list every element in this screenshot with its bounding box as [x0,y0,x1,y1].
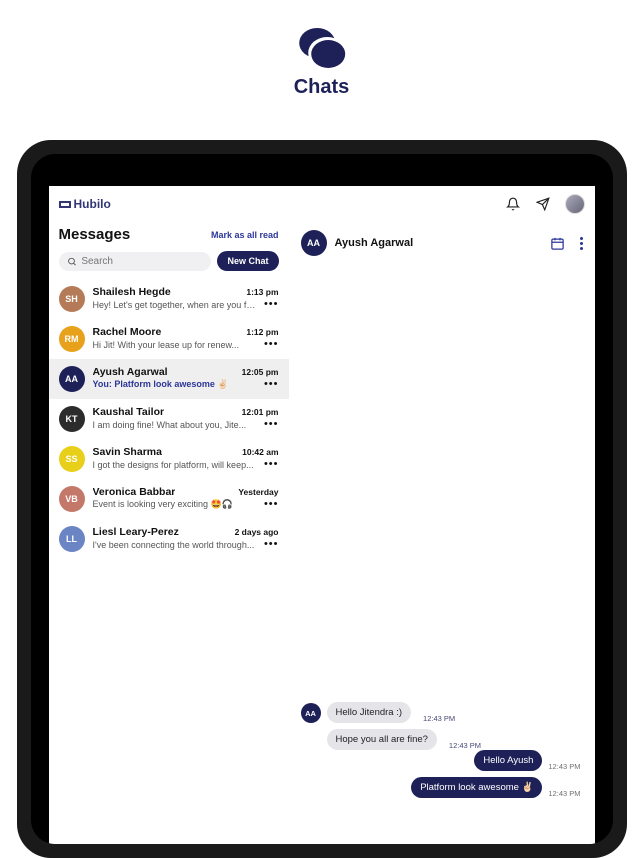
contact-name: Savin Sharma [93,446,162,458]
mark-all-read-button[interactable]: Mark as all read [211,230,279,240]
message-time: 12:43 PM [548,789,580,798]
conversation-preview: You: Platform look awesome ✌🏻 [93,379,229,390]
logo-mark-icon [59,201,71,208]
conversation-more-icon[interactable]: ••• [264,499,279,510]
contact-name: Shailesh Hegde [93,286,171,298]
message-received: Hello Jitendra :) [327,702,412,723]
search-box[interactable] [59,252,212,271]
conversation-preview: I got the designs for platform, will kee… [93,460,254,470]
chat-bubbles-icon [295,28,347,72]
message-sent: Platform look awesome ✌🏻 [411,777,542,798]
conversation-more-icon[interactable]: ••• [264,299,279,310]
chat-contact-name: Ayush Agarwal [335,237,414,249]
conversation-preview: I am doing fine! What about you, Jite... [93,420,247,430]
conversation-item[interactable]: SH Shailesh Hegde 1:13 pm Hey! Let's get … [49,279,289,319]
chat-body: AA Hello Jitendra :) 12:43 PM Hope you a… [289,264,595,844]
new-chat-button[interactable]: New Chat [217,251,278,271]
conversation-preview: Event is looking very exciting 🤩🎧 [93,499,233,510]
conversation-preview: Hey! Let's get together, when are you fr… [93,300,258,310]
contact-avatar: SH [59,286,85,312]
message-time: 12:43 PM [548,762,580,771]
conversation-preview: I've been connecting the world through..… [93,540,255,550]
conversation-time: 1:13 pm [246,287,278,297]
conversation-more-icon[interactable]: ••• [264,539,279,550]
conversation-item[interactable]: RM Rachel Moore 1:12 pm Hi Jit! With your… [49,319,289,359]
bell-icon[interactable] [505,196,521,212]
conversation-item[interactable]: VB Veronica Babbar Yesterday Event is loo… [49,479,289,519]
calendar-icon[interactable] [550,235,566,251]
tablet-frame: Hubilo Messages Mark as all read [17,140,627,858]
more-options-icon[interactable] [580,237,583,250]
messages-panel: Messages Mark as all read New Chat SH Sh… [49,220,289,844]
conversation-item[interactable]: KT Kaushal Tailor 12:01 pm I am doing fin… [49,399,289,439]
conversation-time: 10:42 am [242,447,278,457]
contact-avatar: LL [59,526,85,552]
messages-title: Messages [59,226,131,243]
brand-title: Chats [294,76,350,99]
contact-name: Ayush Agarwal [93,366,168,378]
app-logo[interactable]: Hubilo [59,197,111,211]
message-sent: Hello Ayush [474,750,542,771]
app-screen: Hubilo Messages Mark as all read [49,186,595,844]
top-bar: Hubilo [49,186,595,220]
profile-avatar[interactable] [565,194,585,214]
conversation-time: Yesterday [238,487,278,497]
conversation-time: 1:12 pm [246,327,278,337]
chat-contact-avatar[interactable]: AA [301,230,327,256]
contact-avatar: VB [59,486,85,512]
search-icon [67,256,77,267]
conversation-time: 12:05 pm [242,367,279,377]
conversation-item[interactable]: AA Ayush Agarwal 12:05 pm You: Platform l… [49,359,289,399]
message-time: 12:43 PM [449,741,481,750]
contact-name: Rachel Moore [93,326,162,338]
conversation-more-icon[interactable]: ••• [264,419,279,430]
conversation-more-icon[interactable]: ••• [264,339,279,350]
conversation-list: SH Shailesh Hegde 1:13 pm Hey! Let's get … [49,279,289,844]
chat-panel: AA Ayush Agarwal AA Hello Jitendra :) [289,220,595,844]
search-input[interactable] [81,256,203,267]
msg-avatar: AA [301,703,321,723]
conversation-time: 2 days ago [235,527,279,537]
send-icon[interactable] [535,196,551,212]
conversation-item[interactable]: SS Savin Sharma 10:42 am I got the design… [49,439,289,479]
contact-avatar: AA [59,366,85,392]
app-brand: Chats [294,28,350,99]
contact-avatar: SS [59,446,85,472]
contact-name: Veronica Babbar [93,486,176,498]
message-time: 12:43 PM [423,714,455,723]
contact-name: Kaushal Tailor [93,406,165,418]
logo-text: Hubilo [74,197,111,211]
contact-avatar: KT [59,406,85,432]
conversation-more-icon[interactable]: ••• [264,459,279,470]
conversation-time: 12:01 pm [242,407,279,417]
message-received: Hope you all are fine? [327,729,437,750]
conversation-item[interactable]: LL Liesl Leary-Perez 2 days ago I've been… [49,519,289,559]
conversation-preview: Hi Jit! With your lease up for renew... [93,340,240,350]
contact-avatar: RM [59,326,85,352]
contact-name: Liesl Leary-Perez [93,526,179,538]
conversation-more-icon[interactable]: ••• [264,379,279,390]
